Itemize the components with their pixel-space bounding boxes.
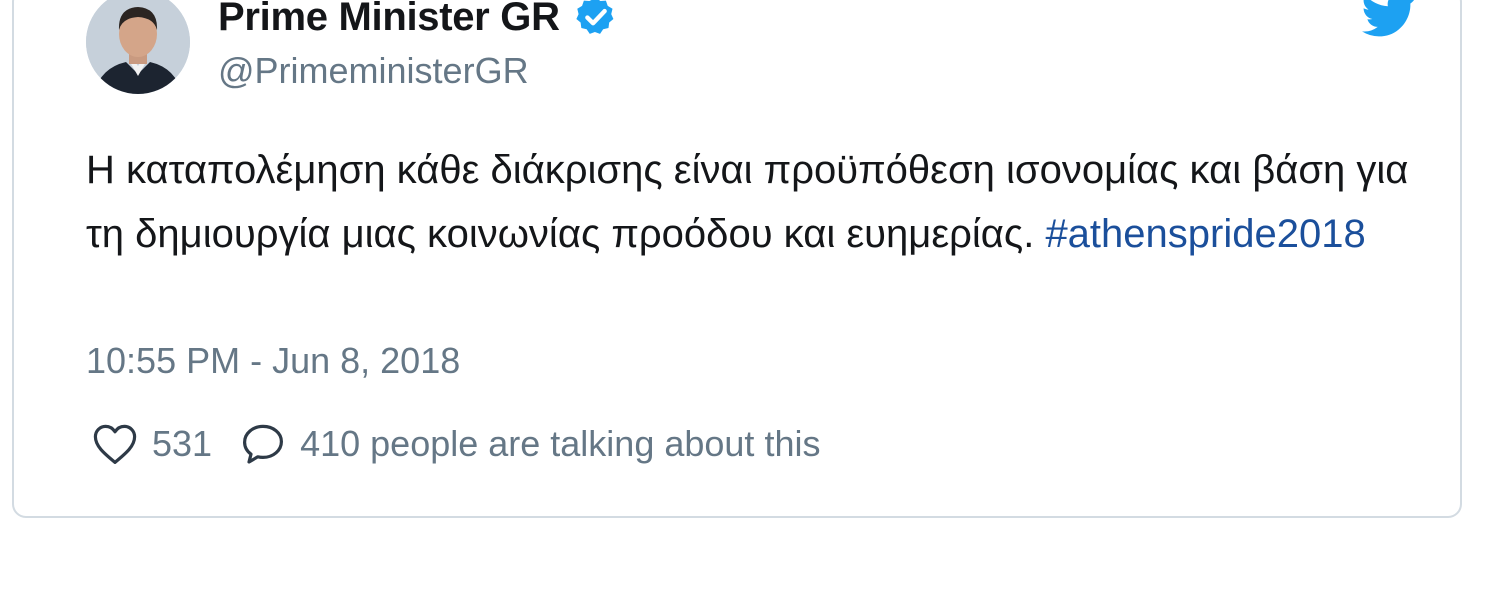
tweet-card[interactable]: Prime Minister GR @PrimeministerGR Η κατ… (12, 0, 1462, 518)
author-row: Prime Minister GR (218, 0, 618, 42)
heart-icon (93, 424, 137, 464)
display-name[interactable]: Prime Minister GR (218, 0, 560, 40)
tweet-actions: 531 410 people are talking about this (90, 418, 820, 470)
twitter-bird-icon[interactable] (1362, 0, 1416, 38)
speech-bubble-icon (243, 424, 284, 464)
like-count: 531 (152, 423, 213, 464)
user-handle[interactable]: @PrimeministerGR (218, 50, 529, 92)
reply-button[interactable]: 410 people are talking about this (238, 420, 820, 468)
tweet-timestamp[interactable]: 10:55 PM - Jun 8, 2018 (86, 340, 460, 382)
avatar[interactable] (86, 0, 190, 94)
like-button[interactable]: 531 (90, 420, 212, 468)
verified-badge-icon (576, 0, 614, 34)
avatar-photo (86, 0, 190, 94)
tweet-text: Η καταπολέμηση κάθε διάκρισης είναι προϋ… (86, 138, 1426, 266)
hashtag-link[interactable]: #athenspride2018 (1045, 212, 1365, 256)
talking-count: 410 people are talking about this (300, 423, 821, 464)
